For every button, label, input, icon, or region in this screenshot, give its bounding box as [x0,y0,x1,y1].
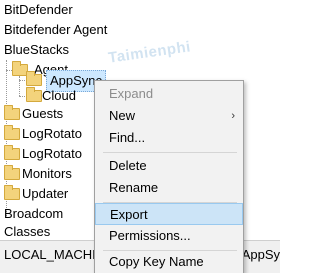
tree-item-bluestacks[interactable]: BlueStacks [4,40,69,60]
tree-item-monitors[interactable]: Monitors [4,164,72,184]
tree-item-label: Bitdefender Agent [4,22,108,37]
menu-item-label: Rename [109,180,159,195]
submenu-arrow-icon: › [231,110,235,122]
tree-item-cloud[interactable]: Cloud [26,86,76,106]
menu-item-label: Find... [109,130,146,145]
folder-icon [26,71,42,86]
tree-item-label: LogRotato [22,126,82,141]
tree-item-label: Monitors [22,166,72,181]
tree-item-label: BitDefender [4,2,73,17]
menu-item-rename[interactable]: Rename [95,177,243,199]
context-menu[interactable]: Expand New › Find... Delete Rename Expor… [94,80,244,273]
menu-item-label: Expand [109,86,154,101]
menu-item-label: Delete [109,158,147,173]
menu-item-label: Copy Key Name [109,254,204,269]
watermark: Taimienphi [107,38,192,67]
tree-item-bitdefender-agent[interactable]: Bitdefender Agent [4,20,107,40]
tree-item-label: LogRotato [22,146,82,161]
tree-item-label: Updater [22,186,69,201]
tree-item-logrotato-1[interactable]: LogRotato [4,124,82,144]
menu-item-permissions[interactable]: Permissions... [95,225,243,247]
status-path-left: LOCAL_MACHI [4,247,96,262]
menu-item-copy-key-name[interactable]: Copy Key Name [95,251,243,273]
tree-item-label: Classes [4,224,51,239]
menu-item-label: Permissions... [109,228,191,243]
status-path-right: \AppSy [238,247,280,262]
tree-item-label: Guests [22,106,64,121]
tree-item-label: Cloud [42,88,76,103]
tree-item-guests[interactable]: Guests [4,104,63,124]
menu-item-label: New [109,108,136,123]
menu-item-expand[interactable]: Expand [95,83,243,105]
menu-item-new[interactable]: New › [95,105,243,127]
tree-item-label: BlueStacks [4,42,70,57]
tree-item-broadcom[interactable]: Broadcom [4,204,63,224]
menu-item-find[interactable]: Find... [95,127,243,149]
tree-item-classes[interactable]: Classes [4,222,50,242]
folder-icon [4,145,20,160]
menu-item-export[interactable]: Export [95,203,243,225]
folder-icon [4,105,20,120]
folder-icon [26,87,42,102]
tree-item-logrotato-2[interactable]: LogRotato [4,144,82,164]
menu-item-label: Export [110,207,148,222]
tree-item-bitdefender[interactable]: BitDefender [4,0,73,20]
tree-item-updater[interactable]: Updater [4,184,68,204]
menu-separator [103,152,237,153]
menu-item-delete[interactable]: Delete [95,155,243,177]
folder-icon [4,165,20,180]
tree-item-label: Broadcom [4,206,64,221]
folder-icon [4,125,20,140]
folder-icon [4,185,20,200]
